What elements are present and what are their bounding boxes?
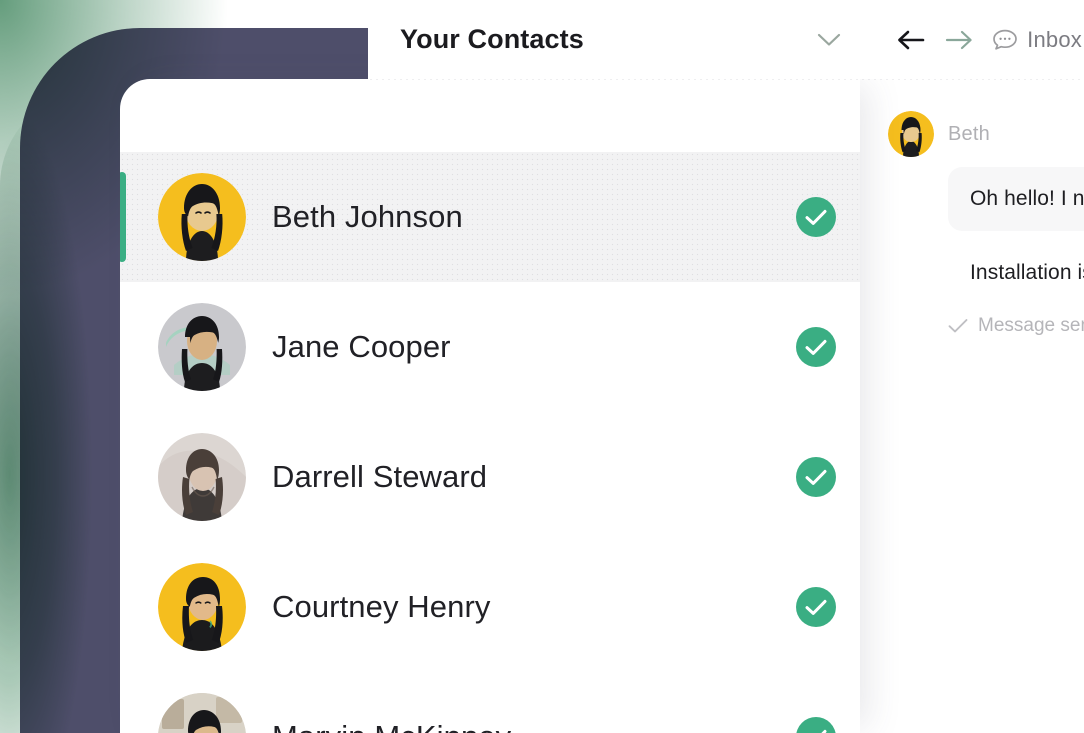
message-status: Message sent <box>948 315 1084 337</box>
app-root: Beth Oh hello! I ne Installation is Mess… <box>0 0 1084 733</box>
inbox-label: Inbox <box>1027 26 1082 52</box>
chevron-down-icon[interactable] <box>816 27 842 53</box>
contact-name: Jane Cooper <box>272 329 451 364</box>
contact-select-toggle[interactable] <box>796 327 836 367</box>
contact-list-card: Beth Johnson Jane Cooper Darrell Steward… <box>120 79 860 733</box>
page-title: Your Contacts <box>400 24 584 54</box>
avatar <box>158 173 246 261</box>
arrow-right-icon[interactable] <box>944 25 974 55</box>
avatar <box>158 303 246 391</box>
arrow-left-icon[interactable] <box>896 25 926 55</box>
header-divider <box>368 78 1084 80</box>
inbox-button[interactable]: Inbox <box>992 27 1084 53</box>
contact-select-toggle[interactable] <box>796 717 836 733</box>
selected-row-indicator <box>120 172 126 262</box>
list-item[interactable]: Beth Johnson <box>120 152 860 282</box>
list-item[interactable]: Marvin McKinney <box>120 672 860 733</box>
contact-select-toggle[interactable] <box>796 457 836 497</box>
contact-name: Beth Johnson <box>272 199 463 234</box>
list-top-spacer <box>120 79 860 152</box>
header-bar: Your Contacts Inbox <box>368 0 1084 79</box>
header-actions: Inbox <box>896 25 1084 55</box>
list-item[interactable]: Darrell Steward <box>120 412 860 542</box>
avatar <box>158 693 246 733</box>
contact-name: Darrell Steward <box>272 459 488 494</box>
contact-select-toggle[interactable] <box>796 197 836 237</box>
message-bubble: Oh hello! I ne <box>948 167 1084 231</box>
avatar <box>888 111 934 157</box>
message-status-label: Message sent <box>978 315 1084 336</box>
conversation-header: Beth <box>888 111 990 157</box>
message-bubble: Installation is <box>948 241 1084 305</box>
list-item[interactable]: Courtney Henry <box>120 542 860 672</box>
avatar <box>158 563 246 651</box>
check-icon <box>948 318 968 334</box>
conversation-contact-name: Beth <box>948 122 990 145</box>
avatar <box>158 433 246 521</box>
list-item[interactable]: Jane Cooper <box>120 282 860 412</box>
contact-select-toggle[interactable] <box>796 587 836 627</box>
contact-name: Marvin McKinney <box>272 719 511 733</box>
contact-name: Courtney Henry <box>272 589 491 624</box>
conversation-panel: Beth Oh hello! I ne Installation is Mess… <box>860 79 1084 733</box>
chat-bubble-icon <box>992 28 1018 52</box>
